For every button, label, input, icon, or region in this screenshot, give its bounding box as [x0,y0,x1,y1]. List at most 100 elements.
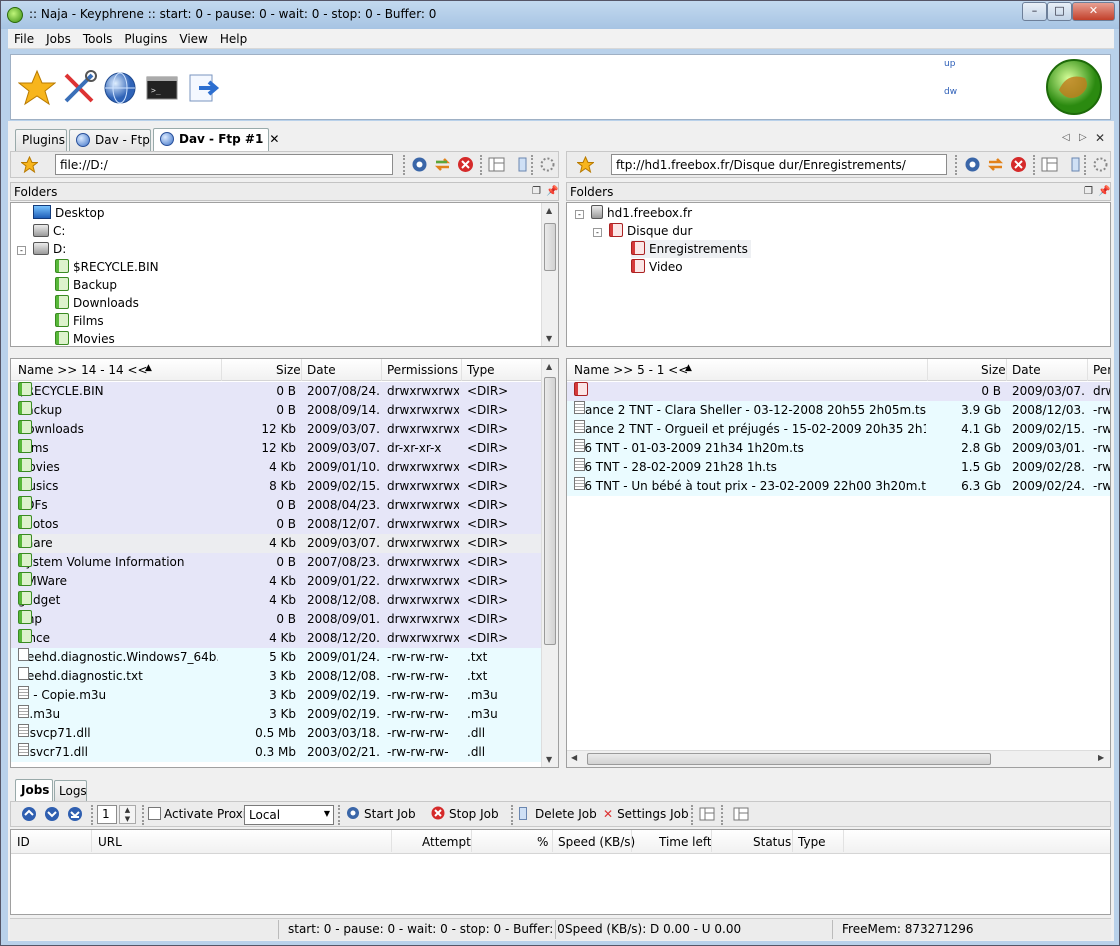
bookmark-star-icon[interactable] [577,156,594,173]
column-speed[interactable]: Speed (KB/s) [558,835,635,849]
tree-item-downloads[interactable]: Downloads [55,294,139,312]
activate-proxies-checkbox[interactable]: Activate Proxies [148,806,260,822]
table-row[interactable]: itl.m3u 3 Kb 2009/02/19... -rw-rw-rw- .m3u [11,705,541,724]
table-row[interactable]: VMWare 4 Kb 2009/01/22... drwxrwxrwx <DIR> [11,572,541,591]
spinner-arrows-icon[interactable]: ▲ ▼ [119,805,136,824]
table-row[interactable]: Backup 0 B 2008/09/14... drwxrwxrwx <DIR> [11,401,541,420]
tree-item-films[interactable]: Films [55,312,104,330]
tabs-close-icon[interactable]: ✕ [1095,131,1105,145]
table-row[interactable]: France 2 TNT - Orgueil et préjugés - 15-… [567,420,1110,439]
column-date[interactable]: Date [1012,363,1041,377]
table-row[interactable]: freehd.diagnostic.Windows7_64b... 5 Kb 200… [11,648,541,667]
column-size[interactable]: Size [276,363,301,377]
tree-item-d[interactable]: - D: [17,240,66,258]
column-name[interactable]: Name >> 14 - 14 << [18,363,148,377]
layout-icon[interactable] [1041,156,1058,173]
table-row[interactable]: Films 12 Kb 2009/03/07... dr-xr-xr-x <DIR> [11,439,541,458]
terminal-icon[interactable]: >_ [143,69,181,107]
column-type[interactable]: Type [467,363,495,377]
table-row[interactable]: vince 4 Kb 2008/12/20... drwxrwxrwx <DIR> [11,629,541,648]
column-permissions[interactable]: Permissions [387,363,458,377]
scroll-down-icon[interactable]: ▼ [546,334,552,343]
table-row[interactable]: freehd.diagnostic.txt 3 Kb 2008/12/08... -r… [11,667,541,686]
refresh-icon[interactable] [434,156,451,173]
table-row[interactable]: itl - Copie.m3u 3 Kb 2009/02/19... -rw-rw-r… [11,686,541,705]
table-row[interactable]: msvcp71.dll 0.5 Mb 2003/03/18... -rw-rw-rw-… [11,724,541,743]
stop-icon[interactable] [457,156,474,173]
file-icon[interactable] [513,156,530,173]
scroll-thumb[interactable] [587,753,991,765]
column-url[interactable]: URL [98,835,122,849]
tab-logs[interactable]: Logs [54,780,87,801]
table-row[interactable]: $RECYCLE.BIN 0 B 2007/08/24... drwxrwxrwx <D… [11,382,541,401]
scroll-thumb[interactable] [544,223,556,271]
scroll-up-icon[interactable]: ▲ [546,362,552,371]
menu-tools[interactable]: Tools [77,29,119,49]
globe-icon[interactable] [101,69,139,107]
minimize-button[interactable]: – [1022,2,1047,21]
pin-icon[interactable]: 📌 [1098,186,1110,197]
tree-item-c[interactable]: C: [33,222,65,240]
settings-job-button[interactable]: ✕ Settings Job [603,806,689,822]
menu-jobs[interactable]: Jobs [40,29,77,49]
column-time-left[interactable]: Time left [659,835,712,849]
connect-gear-icon[interactable] [964,156,981,173]
collapse-icon[interactable]: - [575,210,584,219]
column-name[interactable]: Name >> 5 - 1 << [574,363,688,377]
tab-dav-ftp-1[interactable]: Dav - Ftp #1 ✕ [153,128,279,151]
checkbox-icon[interactable] [148,807,161,820]
column-permissions[interactable]: Per [1093,363,1110,377]
column-percent[interactable]: % [537,835,548,849]
tab-close-icon[interactable]: ✕ [269,132,279,146]
menu-plugins[interactable]: Plugins [118,29,173,49]
collapse-icon[interactable]: - [593,228,602,237]
restore-icon[interactable]: ❐ [1084,186,1093,197]
file-icon[interactable] [1066,156,1083,173]
parallel-jobs-spinner[interactable]: 1 [97,805,117,824]
column-status[interactable]: Status [753,835,791,849]
left-list-scrollbar[interactable]: ▲ ▼ [541,359,558,767]
refresh-icon[interactable] [987,156,1004,173]
scroll-thumb[interactable] [544,377,556,645]
scroll-up-icon[interactable]: ▲ [546,206,552,215]
right-path-input[interactable]: ftp://hd1.freebox.fr/Disque dur/Enregist… [611,154,947,175]
table-row[interactable]: M6 TNT - 01-03-2009 21h34 1h20m.ts 2.8 Gb… [567,439,1110,458]
stop-job-button[interactable]: Stop Job [431,806,499,822]
scroll-down-icon[interactable]: ▼ [546,755,552,764]
scroll-left-icon[interactable]: ◀ [571,753,577,762]
tree-item-recycle[interactable]: $RECYCLE.BIN [55,258,159,276]
connect-gear-icon[interactable] [411,156,428,173]
scroll-right-icon[interactable]: ▶ [1098,753,1104,762]
collapse-icon[interactable]: - [17,246,26,255]
tab-scroll-right-icon[interactable]: ▷ [1079,132,1087,143]
tab-dav-ftp[interactable]: Dav - Ftp [69,129,151,151]
menu-view[interactable]: View [173,29,213,49]
table-row[interactable]: msvcr71.dll 0.3 Mb 2003/02/21... -rw-rw-rw-… [11,743,541,762]
table-row[interactable]: M6 TNT - 28-02-2009 21h28 1h.ts 1.5 Gb 200… [567,458,1110,477]
left-path-input[interactable]: file://D:/ [55,154,393,175]
tree-item-video[interactable]: Video [631,258,683,276]
table-row[interactable]: France 2 TNT - Clara Sheller - 03-12-200… [567,401,1110,420]
star-icon[interactable] [18,69,56,107]
tree-item-desktop[interactable]: Desktop [33,204,105,222]
restore-icon[interactable]: ❐ [532,186,541,197]
left-tree-scrollbar[interactable]: ▲ ▼ [541,203,558,346]
table-row[interactable]: tmp 0 B 2008/09/01... drwxrwxrwx <DIR> [11,610,541,629]
tree-item-backup[interactable]: Backup [55,276,117,294]
move-top-icon[interactable] [21,806,37,822]
tab-scroll-left-icon[interactable]: ◁ [1062,132,1070,143]
column-attempt[interactable]: Attempt [422,835,471,849]
table-row[interactable]: Photos 0 B 2008/12/07... drwxrwxrwx <DIR> [11,515,541,534]
move-bottom-icon[interactable] [67,806,83,822]
layout-icon[interactable] [699,806,715,822]
tree-item-movies[interactable]: Movies [55,330,115,346]
tools-icon[interactable] [60,69,98,107]
column-size[interactable]: Size [981,363,1006,377]
table-row[interactable]: gadget 4 Kb 2008/12/08... drwxrwxrwx <DIR> [11,591,541,610]
stop-icon[interactable] [1010,156,1027,173]
layout-icon[interactable] [488,156,505,173]
column-type[interactable]: Type [798,835,826,849]
layout-icon[interactable] [733,806,749,822]
maximize-button[interactable]: □ [1047,2,1072,21]
tree-item-server[interactable]: - hd1.freebox.fr [575,204,692,222]
